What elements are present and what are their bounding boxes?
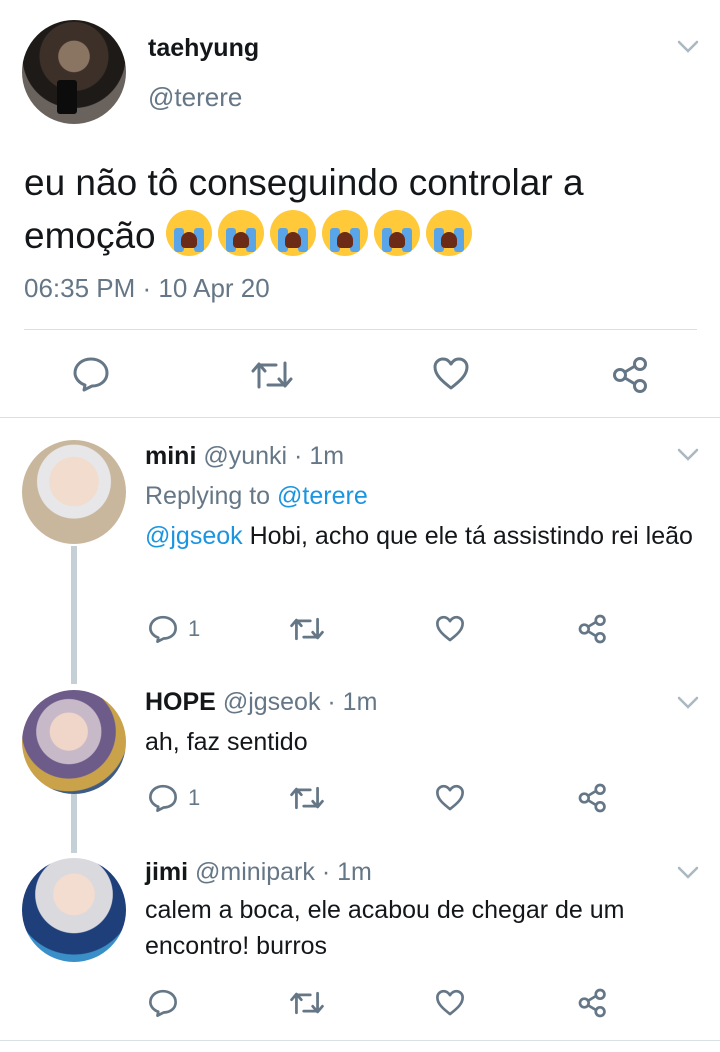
tweet-timestamp[interactable]: 06:35 PM · 10 Apr 20 (24, 273, 270, 304)
emoji-row (165, 210, 478, 256)
share-button[interactable] (612, 356, 650, 394)
heart-icon (436, 784, 464, 811)
tweet-actions (0, 350, 720, 400)
replying-to-link[interactable]: @terere (277, 482, 368, 510)
heart-icon (433, 357, 469, 390)
divider (0, 1040, 720, 1041)
replying-label: Replying to (145, 482, 278, 510)
chevron-down-icon[interactable] (677, 696, 699, 710)
heart-icon (436, 989, 464, 1016)
like-button[interactable] (435, 614, 465, 644)
share-button[interactable] (578, 782, 608, 814)
retweet-icon (290, 617, 324, 641)
author-handle[interactable]: @yunki · 1m (203, 442, 344, 470)
author-name[interactable]: HOPE (145, 688, 216, 716)
loudly-crying-face-icon (269, 210, 316, 256)
loudly-crying-face-icon (425, 210, 472, 256)
retweet-icon (251, 361, 293, 389)
divider (24, 329, 697, 330)
heart-icon (436, 615, 464, 642)
reply-icon (149, 989, 177, 1017)
retweet-icon (290, 786, 324, 810)
reply-icon (73, 357, 109, 392)
main-tweet: taehyung @terere eu não tô conseguindo c… (0, 0, 720, 418)
reply-button[interactable] (148, 988, 188, 1018)
loudly-crying-face-icon (321, 210, 368, 256)
reply-text: @jgseok Hobi, acho que ele tá assistindo… (145, 518, 700, 554)
avatar[interactable] (22, 20, 126, 124)
author-handle[interactable]: @minipark · 1m (195, 858, 372, 886)
reply-icon (149, 615, 177, 643)
chevron-down-icon[interactable] (677, 448, 699, 462)
retweet-button[interactable] (250, 359, 294, 391)
reply-button[interactable] (72, 356, 110, 392)
author-handle[interactable]: @terere (148, 82, 242, 113)
share-icon (613, 357, 647, 393)
share-icon (578, 988, 606, 1018)
reply-text: calem a boca, ele acabou de chegar de um… (145, 896, 625, 960)
retweet-button[interactable] (289, 990, 325, 1016)
loudly-crying-face-icon (373, 210, 420, 256)
reply-button[interactable]: 1 (148, 783, 200, 813)
avatar[interactable] (22, 858, 126, 962)
share-icon (578, 614, 606, 644)
author-name[interactable]: jimi (145, 858, 188, 886)
reply-tweet: mini @yunki · 1m Replying to @terere @jg… (0, 418, 720, 668)
like-button[interactable] (435, 783, 465, 813)
chevron-down-icon[interactable] (677, 40, 699, 54)
reply-text: ah, faz sentido (145, 728, 308, 756)
mention-link[interactable]: @jgseok (145, 522, 243, 550)
retweet-icon (290, 991, 324, 1015)
reply-header: mini @yunki · 1m (145, 442, 344, 471)
reply-button[interactable]: 1 (148, 614, 200, 644)
chevron-down-icon[interactable] (677, 866, 699, 880)
tweet-text: eu não tô conseguindo controlar a emoção (24, 156, 694, 262)
reply-tweet: HOPE @jgseok · 1m ah, faz sentido 1 (0, 668, 720, 838)
retweet-button[interactable] (289, 616, 325, 642)
author-name[interactable]: mini (145, 442, 196, 470)
loudly-crying-face-icon (165, 210, 212, 256)
retweet-button[interactable] (289, 785, 325, 811)
avatar[interactable] (22, 690, 126, 794)
avatar[interactable] (22, 440, 126, 544)
like-button[interactable] (432, 356, 470, 392)
author-handle[interactable]: @jgseok · 1m (223, 688, 378, 716)
share-button[interactable] (578, 987, 608, 1019)
loudly-crying-face-icon (217, 210, 264, 256)
replying-to: Replying to @terere (145, 482, 368, 511)
reply-count: 1 (188, 785, 201, 810)
reply-count: 1 (188, 616, 201, 641)
share-button[interactable] (578, 613, 608, 645)
like-button[interactable] (435, 988, 465, 1018)
reply-text-content: Hobi, acho que ele tá assistindo rei leã… (242, 522, 693, 550)
reply-tweet: jimi @minipark · 1m calem a boca, ele ac… (0, 838, 720, 1040)
share-icon (578, 783, 606, 813)
author-name[interactable]: taehyung (148, 34, 259, 63)
reply-icon (149, 784, 177, 812)
reply-header: HOPE @jgseok · 1m (145, 688, 377, 717)
reply-header: jimi @minipark · 1m (145, 858, 372, 887)
